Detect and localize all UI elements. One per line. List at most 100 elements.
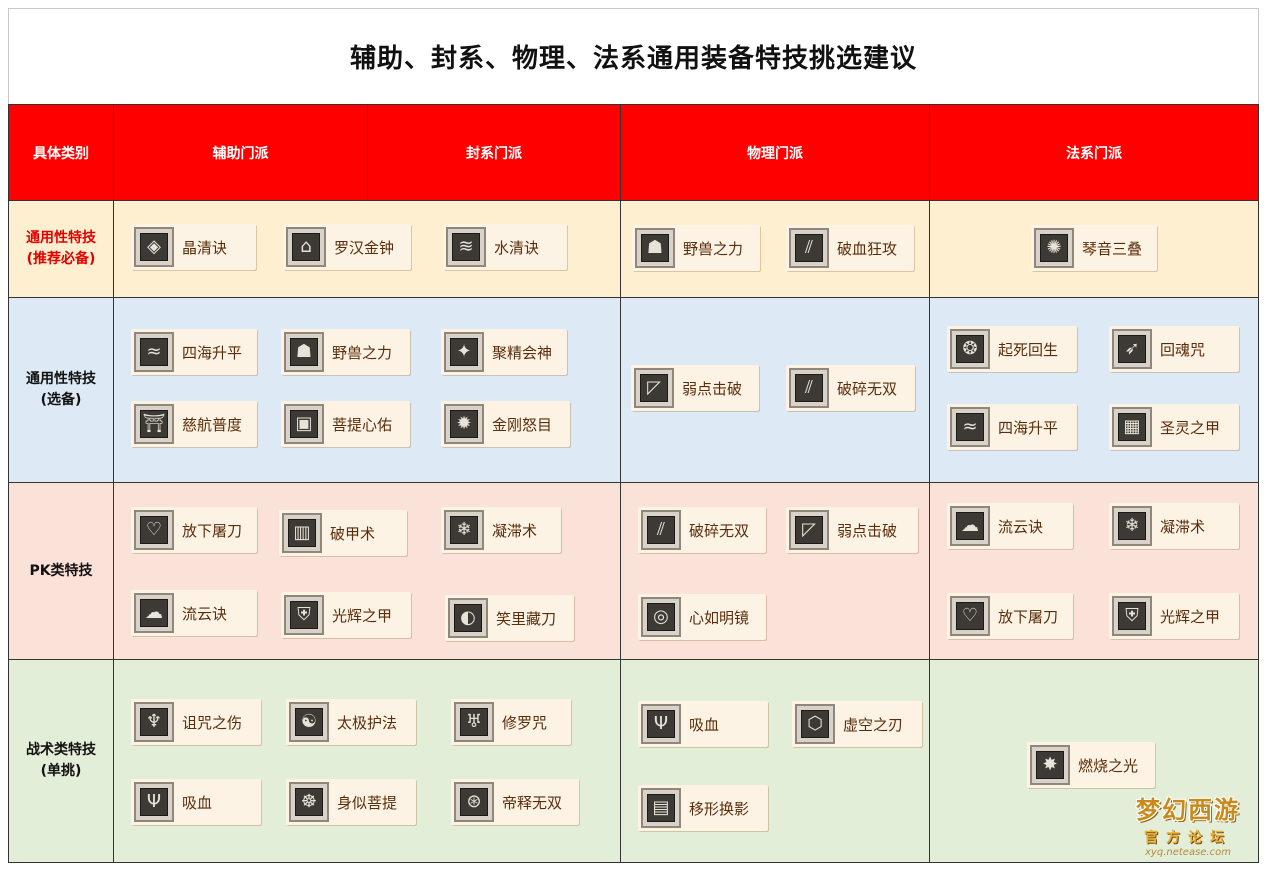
row-label-pk: PK类特技 [8,482,114,660]
skill-chip: ♡ 放下屠刀 [131,507,257,553]
skill-name: 四海升平 [182,343,243,362]
glow-glyph-icon: ✸ [1030,745,1070,785]
skill-chip: ☁ 流云诀 [947,503,1073,549]
skill-chip: ✹ 金刚怒目 [441,401,570,447]
seal-glyph-icon: ⊛ [454,782,494,822]
skill-chip: ♅ 修罗咒 [451,699,571,745]
skill-chip: ❄ 凝滞术 [1109,503,1239,549]
skill-chip: ◐ 笑里藏刀 [445,595,574,641]
skill-name: 破血狂攻 [837,239,898,258]
skill-name: 水清诀 [494,238,540,257]
skill-chip: ♆ 诅咒之伤 [131,699,261,745]
wave-glyph-icon: ≈ [950,407,990,447]
skill-chip: Ψ 吸血 [638,701,768,747]
skill-name: 野兽之力 [683,239,744,258]
skill-chip: ▣ 菩提心佑 [281,401,410,447]
cell-r2-magic: ❂ 起死回生 ➶ 回魂咒 ≈ 四海升平 ▦ 圣灵之甲 [929,297,1259,483]
skill-chip: ❂ 起死回生 [947,326,1077,372]
skill-chip: ⬡ 虚空之刃 [792,701,922,747]
row-label-line: (推荐必备) [26,251,96,267]
temple-glyph-icon: ⛩ [134,404,174,444]
skill-chip: ⛩ 慈航普度 [131,401,257,447]
forum-watermark-logo: 梦幻西游 官方论坛 xyq.netease.com [1123,790,1253,870]
skill-name: 流云诀 [998,517,1044,536]
title-box: 辅助、封系、物理、法系通用装备特技挑选建议 [8,8,1259,104]
skill-name: 凝滞术 [1160,517,1206,536]
curse-glyph-icon: ♆ [134,702,174,742]
wave-glyph-icon: ≈ [134,332,174,372]
frost-glyph-icon: ❄ [1112,506,1152,546]
skill-name: 虚空之刃 [843,715,904,734]
void-glyph-icon: ⬡ [795,704,835,744]
soul-glyph-icon: ➶ [1112,329,1152,369]
row-label-tactical: 战术类特技 (单挑) [8,659,114,863]
skill-name: 燃烧之光 [1078,756,1139,775]
skill-chip: ◎ 心如明镜 [638,594,766,640]
heart-glyph-icon: ♡ [134,510,174,550]
shadow-glyph-icon: ▤ [641,788,681,828]
header-assist: 辅助门派 [113,104,368,201]
skill-name: 破碎无双 [689,521,750,540]
header-magic: 法系门派 [929,104,1259,201]
skill-name: 金刚怒目 [492,415,553,434]
shield-glyph-icon: ⛨ [284,595,324,635]
water-glyph-icon: ≋ [446,227,486,267]
header-seal: 封系门派 [367,104,621,201]
skill-name: 弱点击破 [682,379,743,398]
diamond-glyph-icon: ◈ [134,227,174,267]
cell-r1-assist-seal: ◈ 晶清诀 ⌂ 罗汉金钟 ≋ 水清诀 [113,200,621,298]
skill-chip: ❄ 凝滞术 [441,507,561,553]
skill-chip: ⛨ 光辉之甲 [1109,593,1239,639]
row-label-line: 通用性特技 [26,230,96,246]
skill-chip: Ψ 吸血 [131,779,261,825]
skill-name: 破甲术 [330,524,376,543]
skill-chip: ♡ 放下屠刀 [947,593,1073,639]
mirror-glyph-icon: ◎ [641,597,681,637]
row-label-common-required: 通用性特技 (推荐必备) [8,200,114,298]
skill-name: 太极护法 [337,713,398,732]
cell-r2-physical: ◸ 弱点击破 ⫽ 破碎无双 [620,297,930,483]
cloud-glyph-icon: ☁ [950,506,990,546]
row-label-common-optional: 通用性特技 (选备) [8,297,114,483]
cell-r4-assist-seal: ♆ 诅咒之伤 ☯ 太极护法 ♅ 修罗咒 Ψ 吸血 ☸ 身似菩提 ⊛ 帝释无双 [113,659,621,863]
taiji-glyph-icon: ☯ [289,702,329,742]
armor-glyph-icon: ▦ [1112,407,1152,447]
skill-name: 移形换影 [689,799,750,818]
skill-name: 慈航普度 [182,415,243,434]
skill-chip: ⫽ 破血狂攻 [786,225,914,271]
slash-glyph-icon: ⫽ [789,368,829,408]
skill-name: 琴音三叠 [1082,239,1143,258]
cell-r3-assist-seal: ♡ 放下屠刀 ▥ 破甲术 ❄ 凝滞术 ☁ 流云诀 ⛨ 光辉之甲 ◐ 笑里藏刀 [113,482,621,660]
watermark-line: xyq.netease.com [1145,847,1231,858]
skill-chip: ⫽ 破碎无双 [786,365,915,411]
skill-name: 身似菩提 [337,793,398,812]
skill-chip: ☗ 野兽之力 [281,329,410,375]
skill-chip: ≈ 四海升平 [131,329,257,375]
cell-r1-magic: ✺ 琴音三叠 [929,200,1259,298]
page: 辅助、封系、物理、法系通用装备特技挑选建议 具体类别 辅助门派 封系门派 物理门… [8,8,1259,863]
skill-chip: ✺ 琴音三叠 [1031,225,1157,271]
skill-chip: ≋ 水清诀 [443,224,567,270]
row-label-line: 通用性特技 [26,371,96,387]
skill-name: 修罗咒 [502,713,548,732]
row-label-line: 战术类特技 [26,742,96,758]
mask-glyph-icon: ◐ [448,598,488,638]
skill-chip: ⫽ 破碎无双 [638,507,766,553]
skill-chip: ➶ 回魂咒 [1109,326,1239,372]
cell-r3-magic: ☁ 流云诀 ❄ 凝滞术 ♡ 放下屠刀 ⛨ 光辉之甲 [929,482,1259,660]
cell-r2-assist-seal: ≈ 四海升平 ☗ 野兽之力 ✦ 聚精会神 ⛩ 慈航普度 ▣ 菩提心佑 ✹ 金刚怒目 [113,297,621,483]
heart-glyph-icon: ♡ [950,596,990,636]
skill-chip: ☸ 身似菩提 [286,779,416,825]
skill-chip: ▥ 破甲术 [279,510,407,556]
revive-glyph-icon: ❂ [950,329,990,369]
skill-name: 光辉之甲 [332,606,393,625]
skill-chip: ✸ 燃烧之光 [1027,742,1155,788]
row-label-line: (单挑) [40,763,82,779]
skill-name: 诅咒之伤 [182,713,243,732]
skill-name: 笑里藏刀 [496,609,557,628]
skill-chip: ◸ 弱点击破 [631,365,759,411]
skill-table: 具体类别 辅助门派 封系门派 物理门派 法系门派 通用性特技 (推荐必备) ◈ 晶清… [8,104,1259,863]
skill-chip: ⛨ 光辉之甲 [281,592,411,638]
skill-name: 帝释无双 [502,793,563,812]
watermark-line: 官方论坛 [1144,830,1232,846]
